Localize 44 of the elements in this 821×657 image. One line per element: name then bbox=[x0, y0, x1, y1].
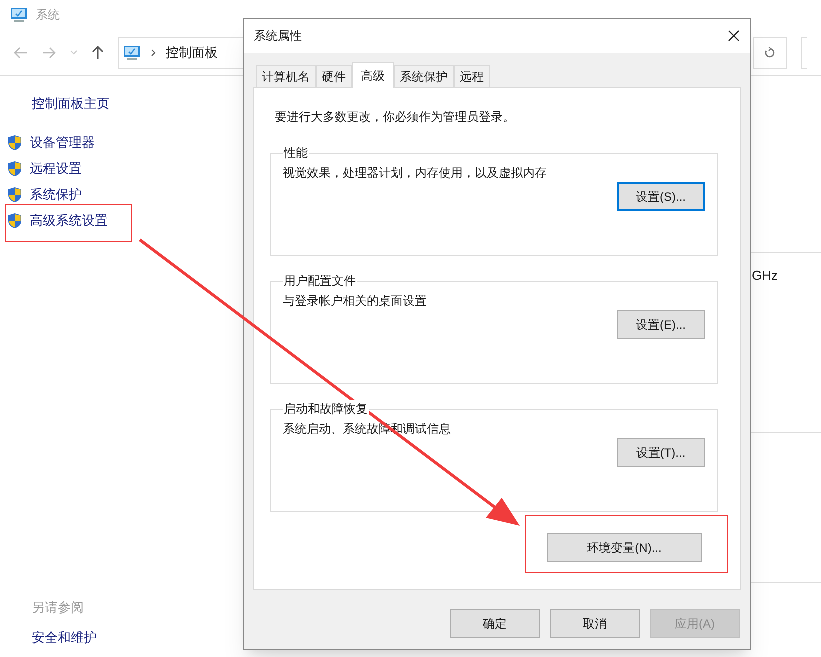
refresh-button[interactable] bbox=[753, 36, 787, 68]
dialog-title: 系统属性 bbox=[254, 28, 302, 45]
monitor-icon bbox=[123, 44, 141, 60]
search-field[interactable] bbox=[801, 36, 807, 68]
group-description: 与登录帐户相关的桌面设置 bbox=[283, 293, 428, 310]
dropdown-icon[interactable] bbox=[70, 50, 78, 56]
dialog-button: 应用(A) bbox=[650, 609, 740, 638]
group-title: 用户配置文件 bbox=[283, 272, 357, 290]
monitor-icon bbox=[10, 7, 28, 23]
tab[interactable]: 高级 bbox=[352, 62, 394, 88]
close-icon[interactable] bbox=[728, 30, 740, 42]
info-text: GHz bbox=[752, 267, 778, 285]
group-title: 性能 bbox=[283, 144, 309, 162]
settings-button[interactable]: 设置(E)... bbox=[617, 310, 705, 339]
shield-icon bbox=[8, 160, 22, 176]
tab[interactable]: 系统保护 bbox=[394, 65, 454, 87]
notice-text: 要进行大多数更改，你必须作为管理员登录。 bbox=[274, 109, 516, 126]
settings-button[interactable]: 设置(S)... bbox=[617, 182, 705, 211]
forward-icon[interactable] bbox=[42, 46, 56, 58]
group-description: 视觉效果，处理器计划，内存使用，以及虚拟内存 bbox=[283, 165, 548, 182]
sidebar-link[interactable]: 设备管理器 bbox=[30, 132, 95, 152]
shield-icon bbox=[8, 212, 22, 228]
sidebar-link[interactable]: 系统保护 bbox=[30, 184, 82, 204]
section-heading: 另请参阅 bbox=[31, 599, 85, 617]
dialog-button[interactable]: 取消 bbox=[550, 609, 640, 638]
window-title: 系统 bbox=[36, 7, 60, 24]
tab[interactable]: 硬件 bbox=[316, 65, 352, 87]
sidebar-link[interactable]: 安全和维护 bbox=[0, 628, 236, 647]
dialog-button[interactable]: 确定 bbox=[450, 609, 540, 638]
refresh-icon bbox=[764, 46, 776, 58]
tab[interactable]: 计算机名 bbox=[256, 65, 316, 87]
breadcrumb-item[interactable]: 控制面板 bbox=[166, 42, 218, 62]
shield-icon bbox=[8, 186, 22, 202]
sidebar-link[interactable]: 高级系统设置 bbox=[30, 210, 108, 230]
shield-icon bbox=[8, 134, 22, 150]
environment-variables-button[interactable]: 环境变量(N)... bbox=[547, 533, 702, 562]
up-icon[interactable] bbox=[92, 46, 104, 60]
sidebar-link[interactable]: 远程设置 bbox=[30, 158, 82, 178]
settings-button[interactable]: 设置(T)... bbox=[617, 438, 705, 467]
group-title: 启动和故障恢复 bbox=[283, 400, 369, 418]
back-icon[interactable] bbox=[14, 46, 28, 58]
chevron-icon bbox=[151, 48, 156, 56]
tab[interactable]: 远程 bbox=[454, 65, 490, 87]
sidebar-link[interactable]: 控制面板主页 bbox=[0, 94, 236, 114]
